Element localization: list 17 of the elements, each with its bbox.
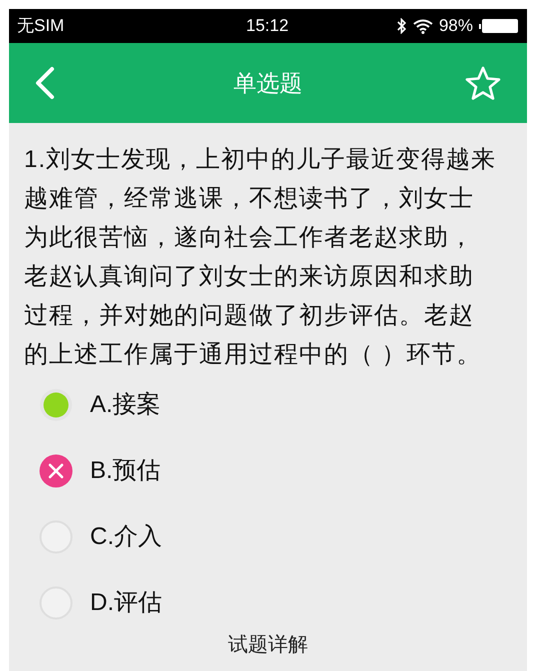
bluetooth-icon [396,18,407,34]
correct-radio[interactable] [39,388,73,422]
battery-icon [479,18,519,34]
wifi-icon [412,18,433,34]
option-label[interactable]: A.接案 [90,387,161,423]
option-label[interactable]: C.介入 [90,519,162,555]
star-icon[interactable] [465,66,501,100]
option-label[interactable]: D.评估 [90,585,162,621]
back-icon[interactable] [35,66,55,100]
wrong-radio[interactable] [39,454,73,488]
explanation-link[interactable]: 试题详解 [228,634,308,656]
clock: 15:12 [246,15,289,38]
carrier-label: 无SIM [17,15,64,38]
question-text: 1.刘女士发现，上初中的儿子最近变得越来越难管，经常逃课，不想读书了，刘女士为此很苦恼，遂向社会工作者老赵求助，老赵认真询问了刘女士的来访原因和求助过程，并对她的问题做了初步评估。老赵的上述工作属于通用过程中的（ ）环节。 [24,145,498,370]
option-label[interactable]: B.预估 [90,453,161,489]
page-title: 单选题 [234,68,302,98]
battery-percent: 98% [438,15,473,38]
